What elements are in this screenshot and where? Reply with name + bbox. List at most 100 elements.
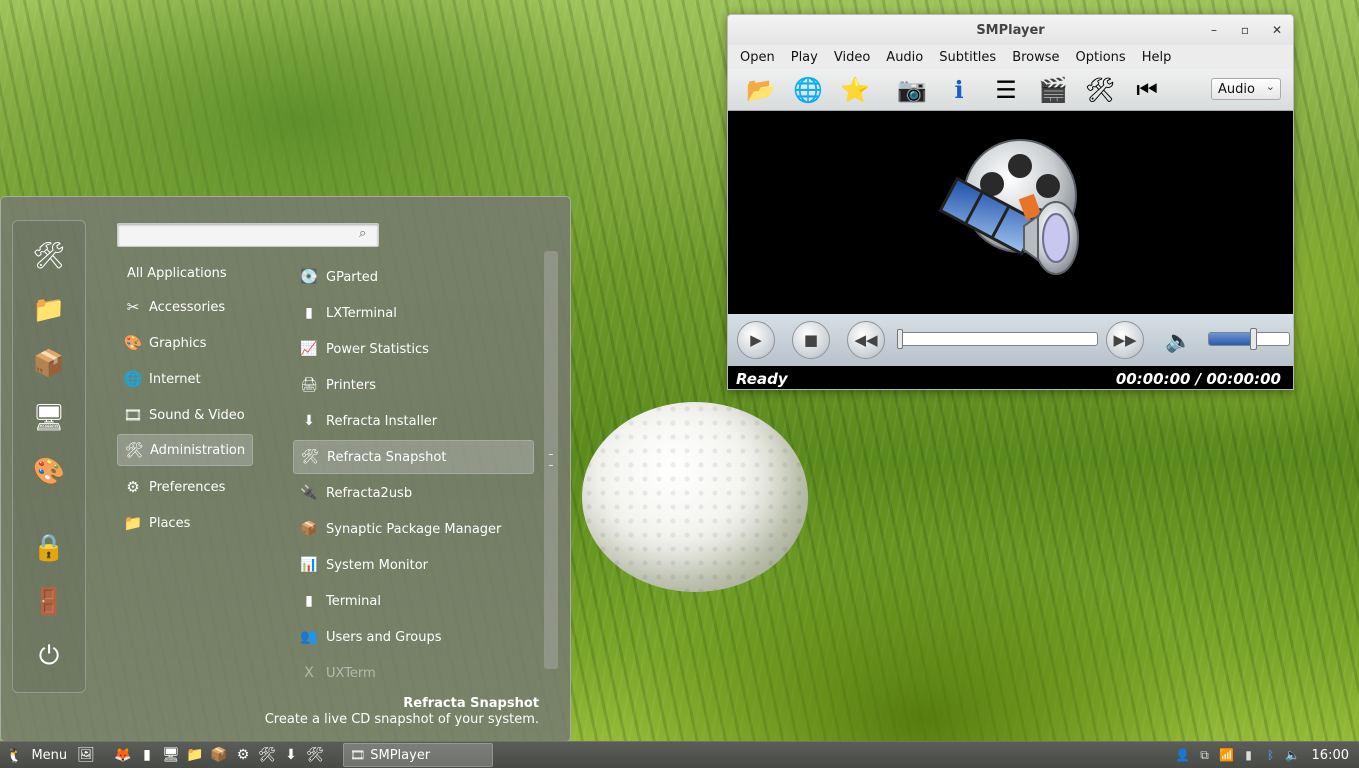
- open-folder-icon[interactable]: 📂: [744, 73, 778, 107]
- category-accessories[interactable]: ✂ Accessories: [117, 291, 253, 323]
- user-icon[interactable]: 👤: [1175, 747, 1190, 763]
- favorite-color-palette-icon[interactable]: 🎨: [30, 453, 68, 491]
- window-title: SMPlayer: [976, 22, 1045, 38]
- category-sound-video[interactable]: 🎞 Sound & Video: [117, 399, 253, 431]
- volume-icon[interactable]: 🔈: [1285, 747, 1300, 763]
- seek-slider[interactable]: [897, 329, 1098, 349]
- logout-icon[interactable]: 🚪: [30, 583, 68, 621]
- monitor-icon[interactable]: 🖥: [161, 745, 181, 765]
- favorite-monitor-icon[interactable]: 🖥: [30, 399, 68, 437]
- taskbar-task-smplayer[interactable]: 🎞 SMPlayer: [343, 743, 493, 767]
- places-folder-icon: 📁: [123, 514, 143, 532]
- menu-options[interactable]: Options: [1076, 50, 1142, 65]
- app-power-statistics[interactable]: 📈 Power Statistics: [293, 332, 534, 366]
- audio-select[interactable]: Audio ⌄: [1211, 78, 1281, 100]
- volume-handle[interactable]: [1250, 328, 1258, 350]
- network-wifi-icon[interactable]: 📶: [1219, 747, 1234, 763]
- category-administration[interactable]: 🛠 Administration: [117, 434, 253, 466]
- clock[interactable]: 16:00: [1312, 748, 1349, 763]
- stop-button[interactable]: ■: [792, 321, 830, 359]
- chevron-down-icon: ⌄: [1265, 80, 1275, 93]
- menu-browse[interactable]: Browse: [1012, 50, 1075, 65]
- rewind-button[interactable]: ◀◀: [847, 321, 885, 359]
- wallpaper-golf-ball: [582, 402, 808, 592]
- shutdown-icon[interactable]: ⏻: [30, 637, 68, 675]
- app-printers[interactable]: 🖨 Printers: [293, 368, 534, 402]
- battery-icon[interactable]: ▮: [1242, 747, 1256, 763]
- category-internet[interactable]: 🌐 Internet: [117, 363, 253, 395]
- taskbar: 🐧 Menu 🖼 🦊 ▮ 🖥 📁 📦 ⚙ 🛠 ⬇ 🛠 🎞 SMPlayer 👤 …: [0, 741, 1359, 768]
- terminal-icon[interactable]: ▮: [137, 745, 157, 765]
- menu-help[interactable]: Help: [1142, 50, 1188, 65]
- tools-icon[interactable]: 🛠: [257, 745, 277, 765]
- category-all-applications[interactable]: All Applications: [117, 257, 253, 289]
- favorite-folder-icon[interactable]: 📁: [30, 291, 68, 329]
- seek-handle[interactable]: [897, 329, 903, 349]
- menu-button[interactable]: 🐧 Menu: [2, 744, 71, 767]
- favorite-package-icon[interactable]: 📦: [30, 345, 68, 383]
- files-icon[interactable]: 📁: [185, 745, 205, 765]
- maximize-icon[interactable]: ▫: [1236, 21, 1254, 39]
- smplayer-logo-icon: [938, 139, 1079, 275]
- show-desktop-icon[interactable]: 🖼: [76, 745, 96, 765]
- synaptic-icon[interactable]: 📦: [209, 745, 229, 765]
- volume-icon[interactable]: 🔈: [1161, 324, 1197, 358]
- category-graphics[interactable]: 🎨 Graphics: [117, 327, 253, 359]
- category-label: Administration: [150, 442, 246, 458]
- previous-icon[interactable]: ⏮: [1130, 73, 1164, 107]
- installer-icon[interactable]: ⬇: [281, 745, 301, 765]
- forward-button[interactable]: ▶▶: [1106, 321, 1144, 359]
- favorites-star-icon[interactable]: ⭐: [838, 73, 872, 107]
- app-system-monitor[interactable]: 📊 System Monitor: [293, 548, 534, 582]
- snapshot-icon[interactable]: 🛠: [305, 745, 325, 765]
- sound-video-icon: 🎞: [123, 406, 143, 424]
- app-description-title: Refracta Snapshot: [403, 696, 539, 711]
- app-terminal[interactable]: ▮ Terminal: [293, 584, 534, 618]
- video-icon[interactable]: 🎬: [1036, 73, 1070, 107]
- app-refracta-snapshot[interactable]: 🛠 Refracta Snapshot: [293, 440, 534, 474]
- system-tray: 👤 ⧉ 📶 ▮ ᛒ 🔈 16:00: [1175, 745, 1349, 765]
- favorite-tools-icon[interactable]: 🛠: [30, 237, 68, 275]
- play-button[interactable]: ▶: [737, 321, 775, 359]
- menu-audio[interactable]: Audio: [886, 50, 939, 65]
- app-label: Refracta2usb: [326, 485, 413, 501]
- smplayer-window: SMPlayer – ▫ ✕ Open Play Video Audio Sub…: [727, 14, 1294, 390]
- category-preferences[interactable]: ⚙ Preferences: [117, 471, 253, 503]
- menu-open[interactable]: Open: [740, 50, 791, 65]
- app-uxterm[interactable]: X UXTerm: [293, 656, 534, 690]
- app-refracta-installer[interactable]: ⬇ Refracta Installer: [293, 404, 534, 438]
- screenshot-camera-icon[interactable]: 📷: [895, 73, 929, 107]
- app-gparted[interactable]: 💽 GParted: [293, 260, 534, 294]
- uxterm-icon: X: [304, 665, 314, 681]
- preferences-tools-icon[interactable]: 🛠: [1083, 73, 1117, 107]
- close-icon[interactable]: ✕: [1268, 21, 1286, 39]
- app-refracta2usb[interactable]: 🔌 Refracta2usb: [293, 476, 534, 510]
- graphics-icon: 🎨: [123, 334, 143, 352]
- apps-scrollbar[interactable]: [544, 251, 558, 669]
- volume-slider[interactable]: [1208, 332, 1290, 346]
- globe-icon[interactable]: 🌐: [791, 73, 825, 107]
- scrollbar-grip[interactable]: [549, 454, 553, 466]
- category-places[interactable]: 📁 Places: [117, 507, 253, 539]
- menu-subtitles[interactable]: Subtitles: [939, 50, 1012, 65]
- toolbar: 📂 🌐 ⭐ 📷 ℹ ☰ 🎬 🛠 ⏮ Audio ⌄: [728, 69, 1293, 111]
- search-input[interactable]: [122, 226, 352, 244]
- status-text: Ready: [736, 369, 788, 388]
- category-label: All Applications: [127, 265, 227, 281]
- usb-icon: 🔌: [300, 485, 318, 501]
- menu-video[interactable]: Video: [834, 50, 886, 65]
- menu-play[interactable]: Play: [791, 50, 834, 65]
- video-area[interactable]: [728, 111, 1293, 314]
- info-icon[interactable]: ℹ: [942, 73, 976, 107]
- search-box: ⌕: [117, 223, 379, 247]
- app-lxterminal[interactable]: ▮ LXTerminal: [293, 296, 534, 330]
- app-users-and-groups[interactable]: 👥 Users and Groups: [293, 620, 534, 654]
- settings-icon[interactable]: ⚙: [233, 745, 253, 765]
- app-synaptic[interactable]: 📦 Synaptic Package Manager: [293, 512, 534, 546]
- playlist-icon[interactable]: ☰: [989, 73, 1023, 107]
- clipboard-icon[interactable]: ⧉: [1198, 747, 1212, 763]
- bluetooth-icon[interactable]: ᛒ: [1264, 747, 1278, 763]
- firefox-icon[interactable]: 🦊: [113, 745, 133, 765]
- minimize-icon[interactable]: –: [1205, 21, 1223, 39]
- screensaver-lock-icon[interactable]: 🔒: [30, 529, 68, 567]
